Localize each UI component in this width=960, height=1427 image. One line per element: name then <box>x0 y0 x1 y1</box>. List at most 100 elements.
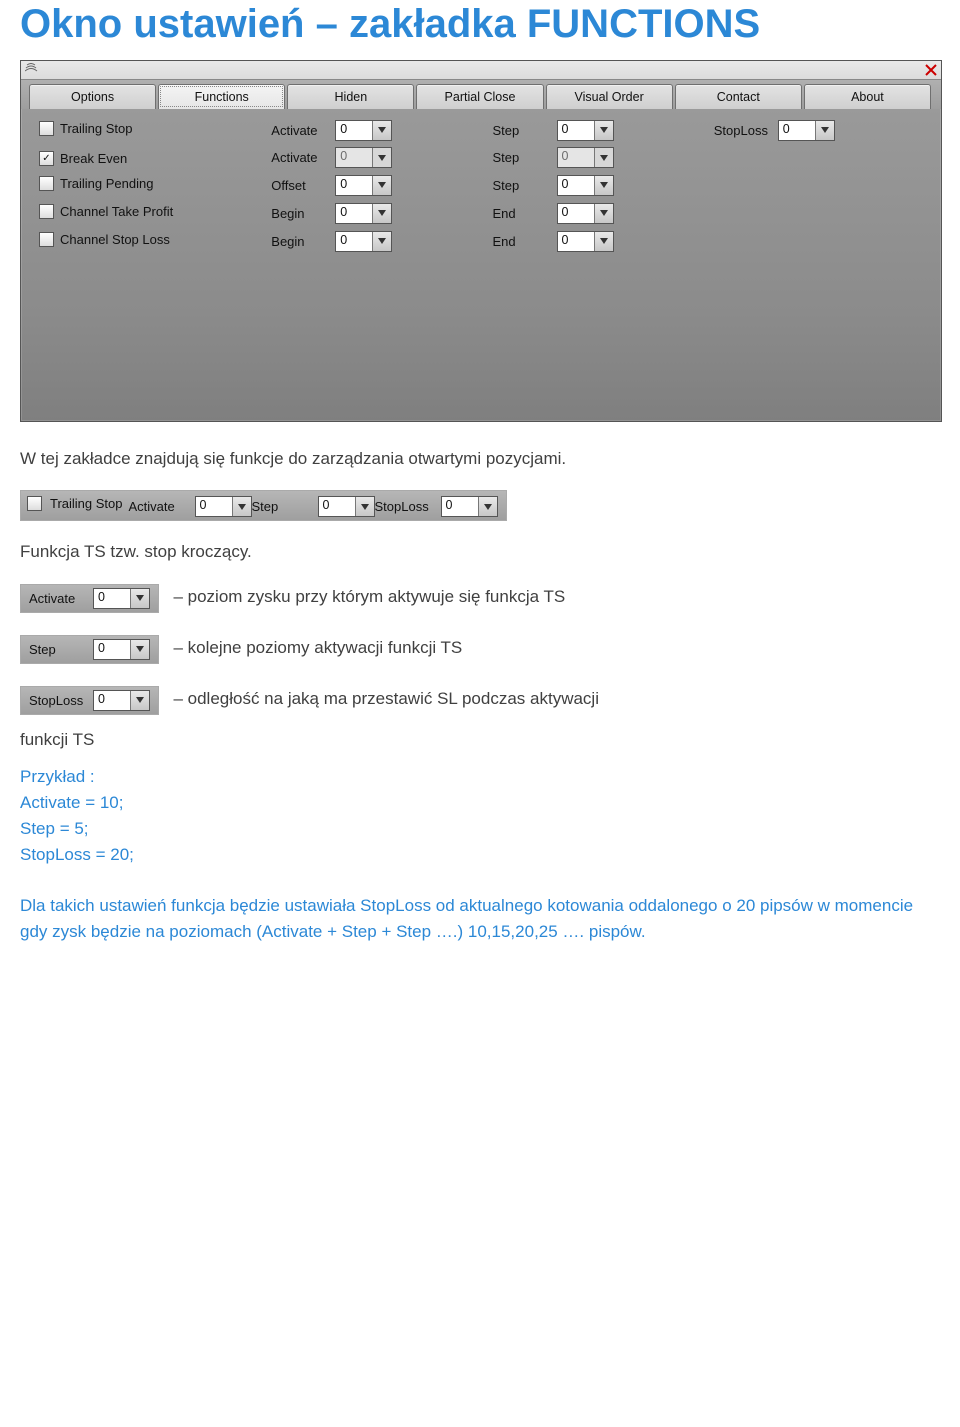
example-heading: Przykład : <box>20 767 940 787</box>
field-label: Step <box>252 499 310 514</box>
titlebar <box>21 61 941 80</box>
activate-combo[interactable]: 0 <box>335 120 392 141</box>
tab-about[interactable]: About <box>804 84 931 109</box>
step-combo[interactable]: 0 <box>557 175 614 196</box>
step-field: Step0 <box>493 147 614 168</box>
chevron-down-icon <box>594 204 613 223</box>
stoploss-combo[interactable]: 0 <box>778 120 835 141</box>
checkbox-box-icon <box>39 232 54 247</box>
combo-value: 0 <box>94 640 130 659</box>
chevron-down-icon <box>372 204 391 223</box>
footer-note: Dla takich ustawień funkcja będzie ustaw… <box>20 893 940 944</box>
begin-field: Begin 0 <box>271 203 392 224</box>
stoploss-combo[interactable]: 0 <box>93 690 150 711</box>
activate-combo[interactable]: 0 <box>93 588 150 609</box>
activate-field: Activate0 <box>129 496 252 517</box>
example-line: Step = 5; <box>20 819 940 839</box>
tab-bar: OptionsFunctionsHidenPartial CloseVisual… <box>21 80 941 109</box>
tab-partial-close[interactable]: Partial Close <box>416 84 543 109</box>
checkbox-trailing-pending[interactable]: Trailing Pending <box>37 174 159 193</box>
activate-field: Activate0 <box>29 588 150 609</box>
begin-field: Begin 0 <box>271 231 392 252</box>
stoploss-field: StopLoss0 <box>375 496 498 517</box>
activate-combo[interactable]: 0 <box>195 496 252 517</box>
chevron-down-icon <box>594 148 613 167</box>
checkbox-box-icon <box>39 204 54 219</box>
checkbox-box-icon <box>27 496 42 511</box>
tab-visual-order[interactable]: Visual Order <box>546 84 673 109</box>
row-channel-take-profit: Channel Take Profit Begin 0 End 0 <box>33 200 929 226</box>
field-label: Begin <box>271 234 329 249</box>
combo-value: 0 <box>442 497 478 516</box>
checkbox-break-even[interactable]: ✓ Break Even <box>37 149 133 168</box>
field-label: StopLoss <box>29 693 87 708</box>
stoploss-field-chip: StopLoss 0 <box>20 686 159 715</box>
stoploss-field: StopLoss0 <box>714 120 835 141</box>
intro-text: W tej zakładce znajdują się funkcje do z… <box>20 446 940 472</box>
step-field-chip: Step 0 <box>20 635 159 664</box>
close-icon[interactable] <box>925 64 937 76</box>
step-field: Step0 <box>493 175 614 196</box>
field-label: Activate <box>271 123 329 138</box>
tab-hiden[interactable]: Hiden <box>287 84 414 109</box>
checkbox-label: Break Even <box>60 151 127 166</box>
checkbox-label: Trailing Pending <box>60 176 153 191</box>
chevron-down-icon <box>815 121 834 140</box>
field-label: Step <box>29 642 87 657</box>
stoploss-combo[interactable]: 0 <box>441 496 498 517</box>
stoploss-description-tail: funkcji TS <box>20 727 940 753</box>
end-combo[interactable]: 0 <box>557 231 614 252</box>
tab-functions[interactable]: Functions <box>158 84 285 109</box>
checkbox-trailing-stop[interactable]: Trailing Stop <box>37 119 139 138</box>
combo-value: 0 <box>558 232 594 251</box>
checkbox-channel-stop-loss[interactable]: Channel Stop Loss <box>37 230 176 249</box>
activate-field: Activate0 <box>271 147 392 168</box>
offset-combo[interactable]: 0 <box>335 175 392 196</box>
field-label: End <box>493 234 551 249</box>
chevron-down-icon <box>594 176 613 195</box>
chevron-down-icon <box>372 148 391 167</box>
combo-value: 0 <box>319 497 355 516</box>
field-label: Begin <box>271 206 329 221</box>
field-label: End <box>493 206 551 221</box>
checkbox-box-icon <box>39 176 54 191</box>
step-combo[interactable]: 0 <box>557 120 614 141</box>
field-label: Offset <box>271 178 329 193</box>
field-label: Activate <box>271 150 329 165</box>
chevron-down-icon <box>130 589 149 608</box>
chevron-down-icon <box>372 176 391 195</box>
activate-description: – poziom zysku przy którym aktywuje się … <box>173 587 565 606</box>
step-combo[interactable]: 0 <box>318 496 375 517</box>
step-combo[interactable]: 0 <box>93 639 150 660</box>
tab-contact[interactable]: Contact <box>675 84 802 109</box>
begin-combo[interactable]: 0 <box>335 203 392 224</box>
activate-field-chip: Activate0 <box>20 584 159 613</box>
begin-combo[interactable]: 0 <box>335 231 392 252</box>
chevron-down-icon <box>372 121 391 140</box>
combo-value: 0 <box>336 121 372 140</box>
chevron-down-icon <box>130 691 149 710</box>
combo-value: 0 <box>336 176 372 195</box>
combo-value: 0 <box>94 691 130 710</box>
checkbox-channel-take-profit[interactable]: Channel Take Profit <box>37 202 179 221</box>
step-field: Step0 <box>493 120 614 141</box>
tab-options[interactable]: Options <box>29 84 156 109</box>
combo-value: 0 <box>779 121 815 140</box>
field-label: Step <box>493 150 551 165</box>
chevron-down-icon <box>594 232 613 251</box>
checkbox-label: Channel Take Profit <box>60 204 173 219</box>
ts-line: Funkcja TS tzw. stop kroczący. <box>20 539 940 565</box>
step-field: Step 0 <box>29 639 150 660</box>
end-combo[interactable]: 0 <box>557 203 614 224</box>
end-field: End 0 <box>493 231 614 252</box>
settings-window: OptionsFunctionsHidenPartial CloseVisual… <box>20 60 942 422</box>
combo-value: 0 <box>336 204 372 223</box>
combo-value: 0 <box>558 121 594 140</box>
window-icon <box>25 63 38 77</box>
checkbox-trailing-stop[interactable]: Trailing Stop <box>25 494 129 513</box>
row-trailing-pending: Trailing PendingOffset0Step0 <box>33 172 929 198</box>
checkbox-box-icon: ✓ <box>39 151 54 166</box>
step-description: – kolejne poziomy aktywacji funkcji TS <box>173 638 462 657</box>
chevron-down-icon <box>130 640 149 659</box>
activate-field: Activate 0 <box>271 120 392 141</box>
